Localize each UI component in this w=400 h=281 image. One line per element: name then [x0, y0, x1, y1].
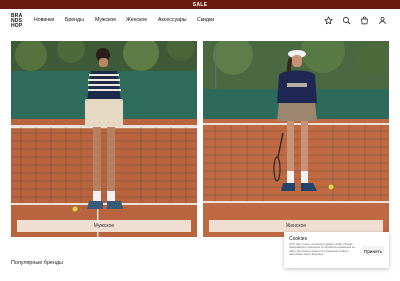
men-category-photo [11, 41, 197, 237]
logo-line-3: HOP [11, 23, 23, 30]
women-category-photo [203, 41, 389, 237]
nav-item-brands[interactable]: Бренды [65, 17, 84, 23]
user-icon[interactable] [378, 16, 387, 25]
sale-banner-text: SALE [192, 1, 208, 8]
cookie-title: Cookies [289, 236, 308, 242]
site-header: BRA NDS HOP Новинки Бренды Мужское Женск… [0, 9, 400, 36]
search-icon[interactable] [342, 16, 351, 25]
cookie-banner: Cookies ООО «Бр. Сторе» использует файлы… [284, 232, 389, 268]
nav-item-men[interactable]: Мужское [95, 17, 116, 23]
brand-logo[interactable]: BRA NDS HOP [11, 13, 25, 30]
cookie-accept-button[interactable]: Принять [362, 246, 384, 256]
nav-item-sale[interactable]: Скидки [197, 17, 214, 23]
category-card-men[interactable]: Мужское [11, 41, 197, 237]
nav-item-women[interactable]: Женское [126, 17, 147, 23]
category-button-women[interactable]: Женское [209, 220, 383, 232]
cookie-text: ООО «Бр. Сторе» использует файлы cookie.… [289, 243, 355, 256]
nav-item-accessories[interactable]: Аксессуары [158, 17, 187, 23]
nav-item-new[interactable]: Новинки [34, 17, 54, 23]
sale-banner[interactable]: SALE [0, 0, 400, 9]
header-icons [324, 16, 387, 25]
popular-brands-title: Популярные бренды [11, 260, 63, 266]
star-icon[interactable] [324, 16, 333, 25]
category-card-women[interactable]: Женское [203, 41, 389, 237]
category-button-men[interactable]: Мужское [17, 220, 191, 232]
bag-icon[interactable] [360, 16, 369, 25]
